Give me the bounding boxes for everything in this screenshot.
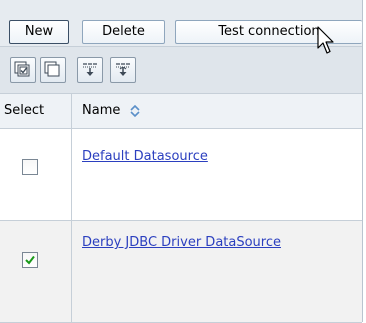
select-column-header: Select	[4, 103, 45, 118]
new-button[interactable]: New	[9, 20, 69, 44]
table-header: Select Name	[0, 94, 362, 129]
table-row: Derby JDBC Driver DataSource	[0, 221, 362, 323]
datasource-collection-panel: New Delete Test connection Select Name D…	[0, 0, 363, 323]
datasource-link[interactable]: Default Datasource	[82, 149, 208, 164]
deselect-all-icon[interactable]	[40, 57, 66, 83]
hide-filter-icon[interactable]	[110, 57, 136, 83]
mouse-cursor-icon	[317, 26, 334, 54]
datasource-link[interactable]: Derby JDBC Driver DataSource	[82, 235, 281, 250]
sort-toggle-icon[interactable]	[129, 94, 141, 128]
row-select-checkbox[interactable]	[22, 252, 38, 268]
row-select-checkbox[interactable]	[22, 159, 38, 175]
select-all-icon[interactable]	[10, 57, 36, 83]
column-divider	[71, 94, 72, 322]
button-bar: New Delete Test connection	[0, 0, 362, 47]
table-toolbar	[0, 47, 362, 94]
table-row: Default Datasource	[0, 129, 362, 221]
delete-button[interactable]: Delete	[82, 20, 165, 44]
show-filter-icon[interactable]	[77, 57, 103, 83]
name-column-header[interactable]: Name	[82, 94, 120, 128]
